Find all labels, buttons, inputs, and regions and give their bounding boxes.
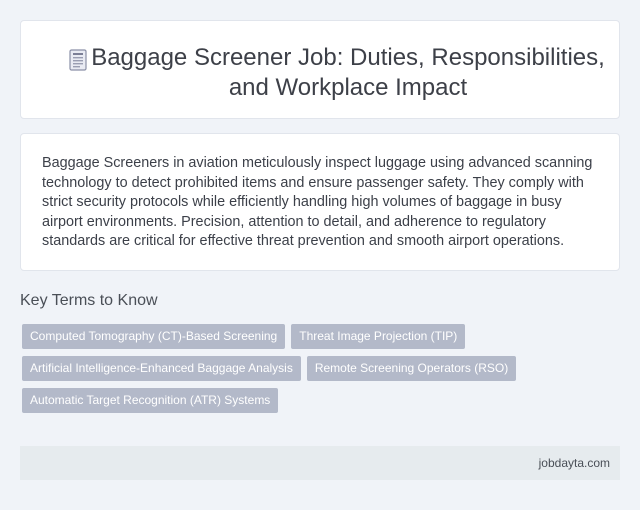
- document-icon: [69, 49, 87, 71]
- key-terms-list: Computed Tomography (CT)-Based Screening…: [22, 324, 522, 420]
- key-term-tag[interactable]: Remote Screening Operators (RSO): [306, 356, 517, 381]
- tag-row: Computed Tomography (CT)-Based Screening…: [22, 324, 522, 356]
- key-terms-heading: Key Terms to Know: [20, 292, 158, 309]
- summary-card: Baggage Screeners in aviation meticulous…: [20, 133, 620, 271]
- tag-row: Automatic Target Recognition (ATR) Syste…: [22, 388, 522, 420]
- footer: jobdayta.com: [20, 446, 620, 480]
- title-card: Baggage Screener Job: Duties, Responsibi…: [20, 20, 620, 119]
- tag-row: Artificial Intelligence-Enhanced Baggage…: [22, 356, 522, 388]
- source-link[interactable]: jobdayta.com: [539, 456, 610, 470]
- key-term-tag[interactable]: Threat Image Projection (TIP): [291, 324, 466, 349]
- page-title: Baggage Screener Job: Duties, Responsibi…: [91, 44, 605, 101]
- key-term-tag[interactable]: Artificial Intelligence-Enhanced Baggage…: [22, 356, 301, 381]
- summary-paragraph: Baggage Screeners in aviation meticulous…: [42, 155, 593, 249]
- key-term-tag[interactable]: Computed Tomography (CT)-Based Screening: [22, 324, 286, 349]
- key-term-tag[interactable]: Automatic Target Recognition (ATR) Syste…: [22, 388, 279, 413]
